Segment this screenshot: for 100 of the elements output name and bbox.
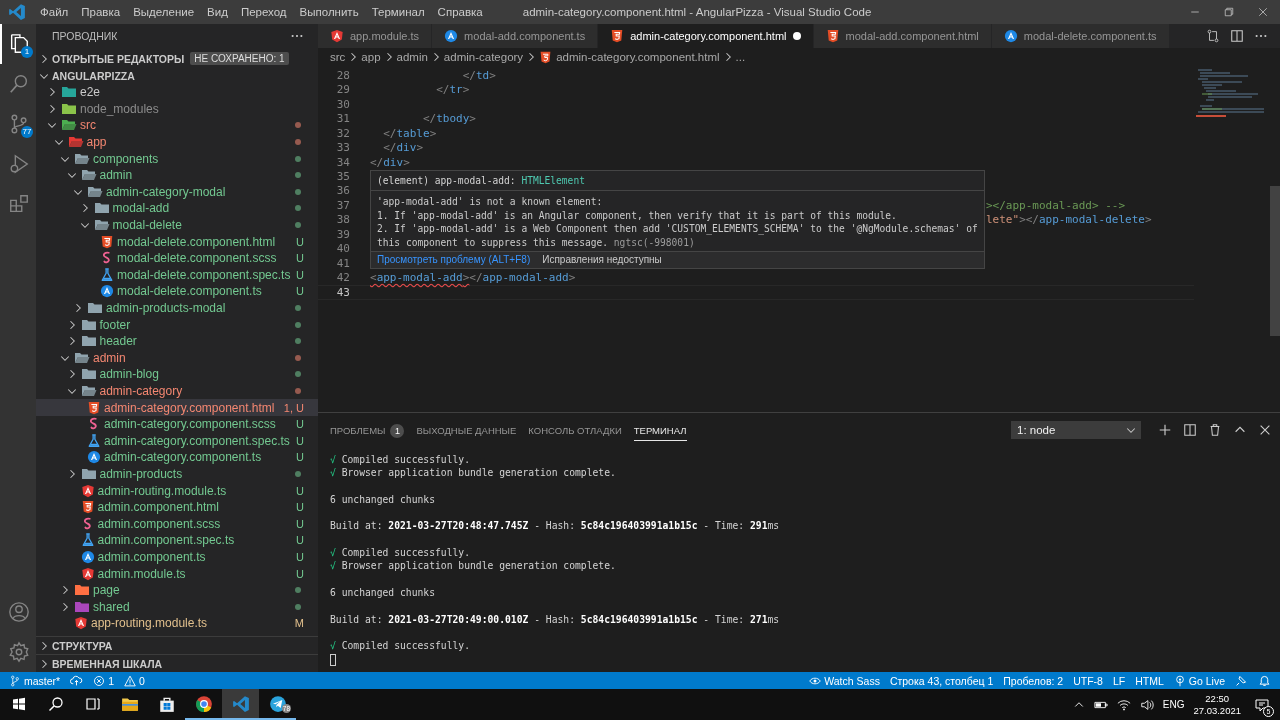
folder-item[interactable]: app <box>86 135 107 150</box>
editor-tab[interactable]: modal-add.component.html <box>813 24 992 48</box>
section-header[interactable]: ANGULARPIZZA <box>52 69 135 82</box>
folder-item[interactable]: components <box>93 151 159 166</box>
folder-item[interactable]: src <box>80 118 96 133</box>
status-item[interactable]: UTF-8 <box>1068 674 1108 687</box>
breadcrumb[interactable]: admin <box>396 51 428 63</box>
section-header[interactable]: ВРЕМЕННАЯ ШКАЛА <box>52 657 163 670</box>
code-editor-icon[interactable] <box>8 3 26 21</box>
folder-item[interactable]: header <box>99 334 137 349</box>
breadcrumb[interactable]: app <box>361 51 381 63</box>
file-item[interactable]: admin-category.component.scss <box>104 417 276 432</box>
angular-module-icon <box>74 616 88 631</box>
panel-tab[interactable]: ВЫХОДНЫЕ ДАННЫЕ <box>416 419 517 441</box>
task-view-icon[interactable] <box>84 695 101 712</box>
file-item[interactable]: admin.component.spec.ts <box>97 533 235 548</box>
restore-icon[interactable] <box>1223 6 1235 18</box>
status-item[interactable]: HTML <box>1130 674 1169 687</box>
folder-item[interactable]: admin <box>93 350 126 365</box>
status-item[interactable]: LF <box>1107 674 1131 687</box>
breadcrumb[interactable]: admin-category.component.html <box>539 50 720 64</box>
terminal-dropdown[interactable]: 1: node <box>1011 421 1141 439</box>
folder-item[interactable]: admin-products-modal <box>106 301 226 315</box>
browser-icon[interactable] <box>194 694 213 713</box>
folder-item[interactable]: page <box>93 583 120 598</box>
status-item[interactable]: 0 <box>119 674 150 687</box>
folder-item[interactable]: admin-category-modal <box>106 184 226 199</box>
search-icon[interactable] <box>47 695 64 712</box>
menu-item[interactable]: Переход <box>234 0 293 24</box>
panel-tab[interactable]: ПРОБЛЕМЫ 1 <box>330 417 405 443</box>
status-item[interactable]: Пробелов: 2 <box>998 674 1069 687</box>
file-item[interactable]: admin-category.component.spec.ts <box>104 433 290 448</box>
file-item[interactable]: admin-category.component.html <box>104 400 275 415</box>
editor-tab[interactable]: app.module.ts <box>318 24 433 48</box>
file-item[interactable]: admin-category.component.ts <box>104 450 262 465</box>
folder-item[interactable]: admin-category <box>99 384 183 398</box>
menu-item[interactable]: Терминал <box>365 0 431 24</box>
file-item[interactable]: app-routing.module.ts <box>91 616 208 631</box>
clock-date[interactable]: 27.03.2021 <box>1193 704 1241 717</box>
status-item[interactable]: Go Live <box>1168 674 1230 687</box>
close-icon[interactable] <box>1257 6 1269 18</box>
editor-tab[interactable]: modal-add.component.ts <box>432 24 599 48</box>
code-editor-icon[interactable] <box>231 694 250 713</box>
file-item[interactable]: modal-delete.component.spec.ts <box>117 267 291 282</box>
language-indicator[interactable]: ENG <box>1162 699 1185 710</box>
folder-item[interactable]: modal-delete <box>112 218 182 233</box>
menu-item[interactable]: Файл <box>34 0 75 24</box>
trash-icon[interactable] <box>1208 423 1222 437</box>
windows-start-icon[interactable] <box>10 695 27 712</box>
breadcrumb[interactable]: admin-category <box>443 51 524 63</box>
folder-item[interactable]: admin-blog <box>99 367 159 382</box>
volume-icon[interactable] <box>1139 697 1154 712</box>
bell-icon[interactable] <box>1258 674 1271 687</box>
folder-item[interactable]: shared <box>93 599 130 614</box>
close-icon[interactable] <box>1258 423 1272 437</box>
folder-item[interactable]: admin-products <box>99 466 183 481</box>
folder-item[interactable]: admin <box>99 168 133 183</box>
view-problem-link[interactable]: Просмотреть проблему (ALT+F8) <box>377 254 531 266</box>
file-item[interactable]: admin.component.ts <box>97 549 206 564</box>
menu-item[interactable]: Выделение <box>127 0 201 24</box>
breadcrumb[interactable]: src <box>330 51 346 63</box>
compare-changes-icon[interactable] <box>1206 29 1220 43</box>
split-terminal-icon[interactable] <box>1183 423 1197 437</box>
status-item[interactable]: Watch Sass <box>804 674 885 687</box>
folder-item[interactable]: footer <box>99 317 131 332</box>
status-item[interactable]: 1 <box>88 674 120 687</box>
editor-tab[interactable]: modal-delete.component.ts <box>991 24 1170 48</box>
file-item[interactable]: admin.module.ts <box>97 566 186 581</box>
menu-item[interactable]: Вид <box>201 0 234 24</box>
file-item[interactable]: admin.component.scss <box>97 516 221 531</box>
breadcrumb[interactable]: ... <box>735 51 746 63</box>
scrollbar-thumb[interactable] <box>1270 186 1280 336</box>
menu-item[interactable]: Справка <box>431 0 489 24</box>
activity-item[interactable]: 77 <box>0 104 36 144</box>
wifi-icon[interactable] <box>1116 697 1131 712</box>
cloud-upload-icon[interactable] <box>70 674 84 687</box>
status-item[interactable]: Строка 43, столбец 1 <box>884 674 999 687</box>
file-item[interactable]: admin-routing.module.ts <box>97 483 227 498</box>
panel-tab[interactable]: КОНСОЛЬ ОТЛАДКИ <box>528 419 622 441</box>
plus-icon[interactable] <box>1158 423 1172 437</box>
split-editor-icon[interactable] <box>1230 29 1244 43</box>
settings-icon[interactable] <box>8 641 30 663</box>
clock-time[interactable]: 22:50 <box>1205 692 1230 705</box>
editor-tab[interactable]: admin-category.component.html <box>598 24 814 48</box>
section-header[interactable]: СТРУКТУРА <box>52 639 113 652</box>
folder-item[interactable]: e2e <box>80 85 101 100</box>
folder-item[interactable]: modal-add <box>112 201 170 216</box>
file-item[interactable]: admin.component.html <box>97 500 219 515</box>
panel-tab[interactable]: ТЕРМИНАЛ <box>633 419 687 441</box>
status-item[interactable]: master* <box>4 674 66 687</box>
feedback-icon[interactable] <box>1235 674 1248 687</box>
file-item[interactable]: modal-delete.component.scss <box>117 251 277 266</box>
menu-item[interactable]: Правка <box>75 0 127 24</box>
file-item[interactable]: modal-delete.component.ts <box>117 284 262 299</box>
folder-item[interactable]: node_modules <box>80 101 159 116</box>
section-header[interactable]: ОТКРЫТЫЕ РЕДАКТОРЫ <box>52 52 185 65</box>
account-icon[interactable] <box>8 601 30 623</box>
notification-icon[interactable] <box>1254 696 1270 713</box>
file-item[interactable]: modal-delete.component.html <box>117 234 276 249</box>
menu-item[interactable]: Выполнить <box>293 0 365 24</box>
